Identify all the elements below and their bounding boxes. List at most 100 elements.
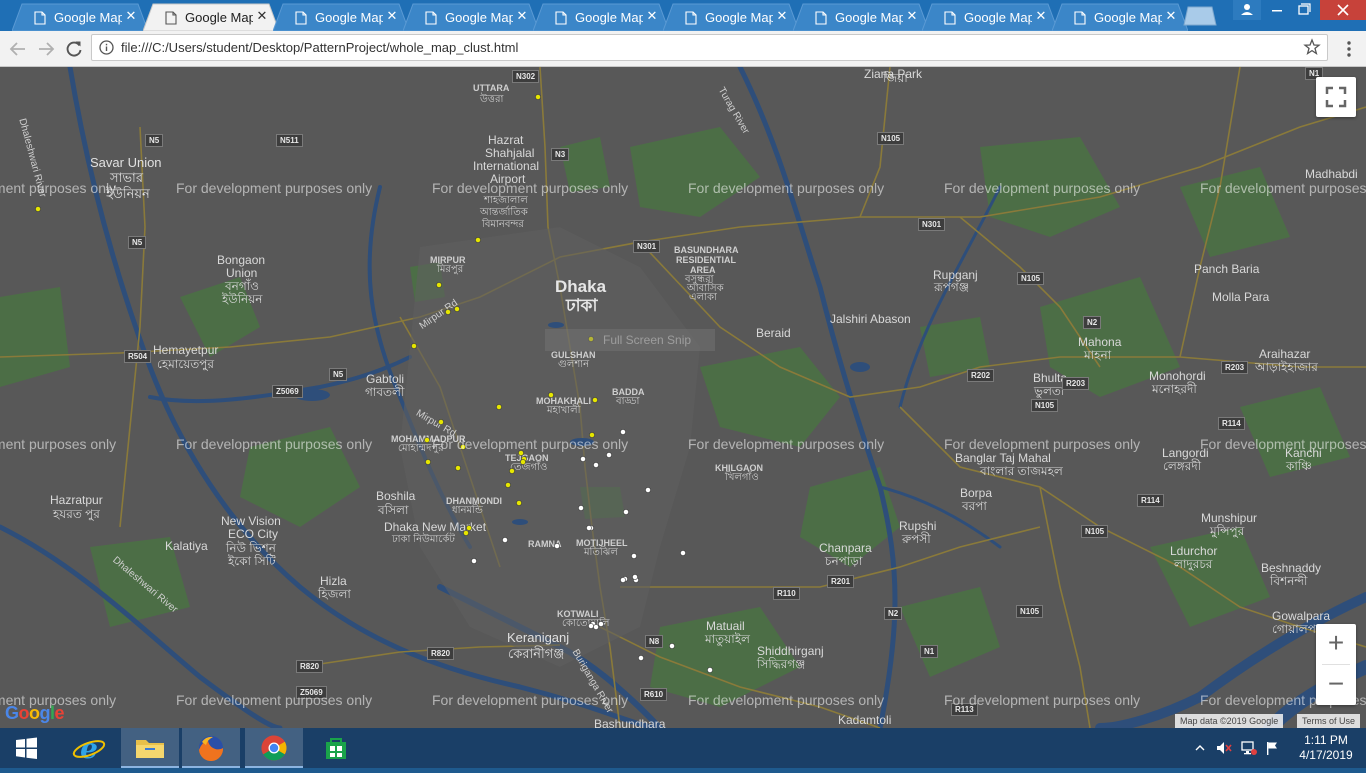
back-icon[interactable] xyxy=(7,38,29,60)
marker-white[interactable] xyxy=(593,624,599,630)
start-button[interactable] xyxy=(0,728,52,768)
marker-yellow[interactable] xyxy=(496,404,502,410)
marker-white[interactable] xyxy=(580,456,586,462)
marker-white[interactable] xyxy=(554,543,560,549)
marker-white[interactable] xyxy=(632,574,638,580)
info-icon[interactable] xyxy=(99,40,114,55)
tab-title: Google Maps xyxy=(445,10,513,25)
marker-yellow[interactable] xyxy=(425,459,431,465)
marker-yellow[interactable] xyxy=(505,482,511,488)
page-icon xyxy=(34,11,46,25)
marker-white[interactable] xyxy=(593,462,599,468)
tab-close-icon[interactable]: ✕ xyxy=(646,9,658,22)
marker-white[interactable] xyxy=(631,553,637,559)
marker-yellow[interactable] xyxy=(424,437,430,443)
file-explorer-icon[interactable] xyxy=(121,728,179,768)
star-icon[interactable] xyxy=(1303,38,1321,56)
marker-yellow[interactable] xyxy=(455,465,461,471)
marker-yellow[interactable] xyxy=(516,500,522,506)
tab-title: Google Maps xyxy=(705,10,773,25)
marker-yellow[interactable] xyxy=(466,525,472,531)
profile-button[interactable] xyxy=(1233,0,1261,20)
marker-yellow[interactable] xyxy=(535,94,541,100)
marker-white[interactable] xyxy=(502,537,508,543)
marker-white[interactable] xyxy=(598,621,604,627)
marker-white[interactable] xyxy=(645,487,651,493)
marker-white[interactable] xyxy=(620,577,626,583)
browser-tab[interactable]: Google Maps✕ xyxy=(533,3,669,31)
page-icon xyxy=(425,11,437,25)
reload-icon[interactable] xyxy=(63,38,85,60)
tab-title: Google Maps xyxy=(1094,10,1162,25)
tab-title: Google Maps xyxy=(575,10,643,25)
marker-white[interactable] xyxy=(578,505,584,511)
marker-white[interactable] xyxy=(638,655,644,661)
tab-close-icon[interactable]: ✕ xyxy=(125,9,137,22)
marker-white[interactable] xyxy=(588,623,594,629)
tray-overflow-icon[interactable] xyxy=(1194,740,1206,761)
marker-yellow[interactable] xyxy=(438,419,444,425)
marker-yellow[interactable] xyxy=(411,343,417,349)
marker-white[interactable] xyxy=(680,550,686,556)
zoom-in-button[interactable]: + xyxy=(1316,624,1356,664)
system-clock[interactable]: 1:11 PM 4/17/2019 xyxy=(1294,733,1358,763)
marker-white[interactable] xyxy=(586,525,592,531)
menu-icon[interactable] xyxy=(1341,39,1357,59)
browser-tab[interactable]: Google Maps✕ xyxy=(12,3,148,31)
marker-yellow[interactable] xyxy=(592,397,598,403)
tab-close-icon[interactable]: ✕ xyxy=(516,9,528,22)
browser-tab[interactable]: Google Maps✕ xyxy=(403,3,539,31)
marker-yellow[interactable] xyxy=(509,468,515,474)
tab-close-icon[interactable]: ✕ xyxy=(1035,9,1047,22)
internet-explorer-icon[interactable]: e xyxy=(60,728,118,768)
zoom-out-button[interactable]: − xyxy=(1316,665,1356,705)
marker-white[interactable] xyxy=(606,452,612,458)
marker-yellow[interactable] xyxy=(35,206,41,212)
forward-icon[interactable] xyxy=(35,38,57,60)
restore-button[interactable] xyxy=(1290,0,1318,20)
marker-white[interactable] xyxy=(707,667,713,673)
browser-tab[interactable]: Google Maps✕ xyxy=(793,3,929,31)
fullscreen-button[interactable] xyxy=(1316,77,1356,117)
tab-close-icon[interactable]: ✕ xyxy=(1165,9,1177,22)
marker-yellow[interactable] xyxy=(520,459,526,465)
marker-yellow[interactable] xyxy=(548,392,554,398)
browser-tab[interactable]: Google Maps✕ xyxy=(922,3,1058,31)
marker-white[interactable] xyxy=(623,509,629,515)
fullscreen-icon xyxy=(1325,86,1347,108)
dev-watermark: For development purposes only xyxy=(1200,436,1366,452)
browser-tab[interactable]: Google Maps✕ xyxy=(1052,3,1188,31)
marker-yellow[interactable] xyxy=(454,306,460,312)
marker-yellow[interactable] xyxy=(436,282,442,288)
close-window-button[interactable] xyxy=(1320,0,1366,20)
marker-white[interactable] xyxy=(669,643,675,649)
action-center-flag-icon[interactable] xyxy=(1264,740,1280,761)
store-icon[interactable] xyxy=(307,728,365,768)
browser-tab[interactable]: Google Maps✕ xyxy=(273,3,409,31)
terms-link[interactable]: Terms of Use xyxy=(1297,714,1361,728)
new-tab-button[interactable] xyxy=(1182,6,1218,31)
volume-muted-icon[interactable] xyxy=(1215,740,1233,761)
browser-tab[interactable]: Google Maps✕ xyxy=(663,3,799,31)
marker-white[interactable] xyxy=(471,558,477,564)
tab-close-icon[interactable]: ✕ xyxy=(906,9,918,22)
map-attribution[interactable]: Map data ©2019 Google xyxy=(1175,714,1284,728)
tab-close-icon[interactable]: ✕ xyxy=(776,9,788,22)
windows-icon xyxy=(16,737,37,759)
marker-yellow[interactable] xyxy=(445,309,451,315)
url-text[interactable]: file:///C:/Users/student/Desktop/Pattern… xyxy=(121,40,518,55)
tab-close-icon[interactable]: ✕ xyxy=(256,9,268,22)
google-logo[interactable]: Google xyxy=(5,703,65,724)
marker-yellow[interactable] xyxy=(475,237,481,243)
marker-yellow[interactable] xyxy=(463,530,469,536)
address-bar[interactable]: file:///C:/Users/student/Desktop/Pattern… xyxy=(91,34,1328,61)
map-canvas[interactable]: Dhaka ঢাকা Savar Union সাভার ইউনিয়ন Bongaon U… xyxy=(0,67,1366,728)
browser-tab[interactable]: Google Maps✕ xyxy=(143,3,279,31)
tab-close-icon[interactable]: ✕ xyxy=(386,9,398,22)
minimize-button[interactable] xyxy=(1263,0,1291,20)
network-icon[interactable] xyxy=(1240,740,1258,761)
firefox-icon[interactable] xyxy=(182,728,240,768)
marker-white[interactable] xyxy=(620,429,626,435)
chrome-icon[interactable] xyxy=(245,728,303,768)
page-icon xyxy=(815,11,827,25)
